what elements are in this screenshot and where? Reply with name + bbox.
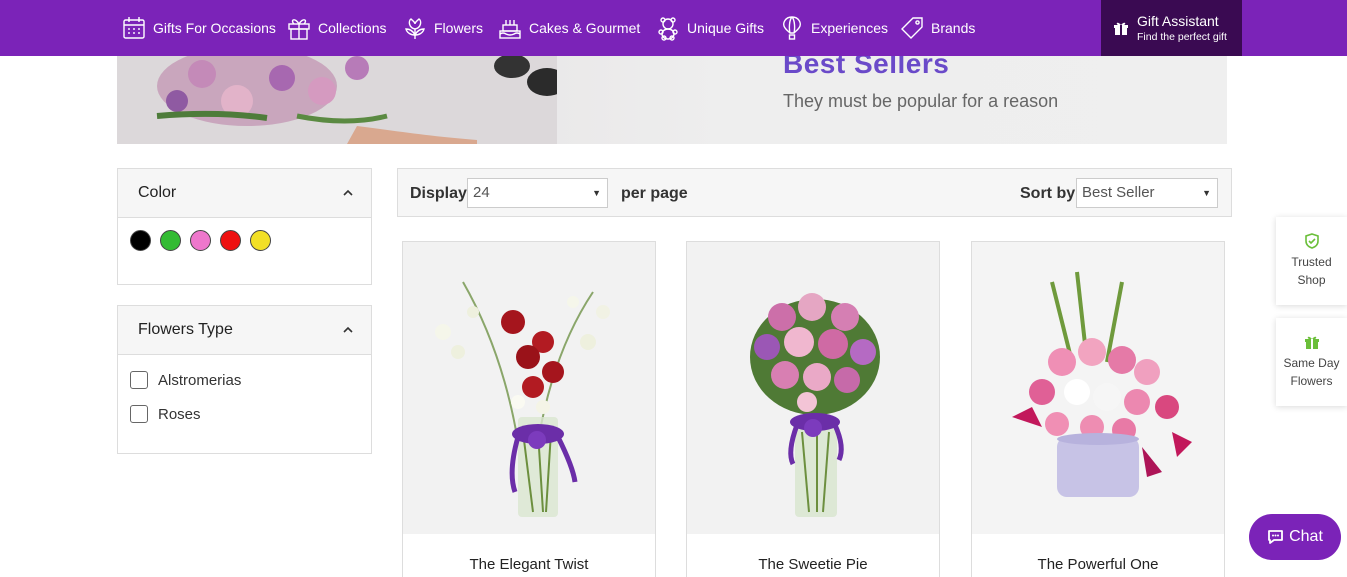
per-page-select[interactable]: 24 ▼ — [467, 178, 608, 208]
filter-option-roses[interactable]: Roses — [118, 397, 371, 431]
per-page-value: 24 — [473, 184, 490, 201]
color-filter-title: Color — [138, 184, 177, 201]
color-filter-header[interactable]: Color — [118, 169, 371, 218]
nav-label: Brands — [931, 20, 976, 36]
flowers-type-filter-header[interactable]: Flowers Type — [118, 306, 371, 355]
nav-label: Gifts For Occasions — [153, 20, 276, 36]
filter-option-label: Roses — [158, 405, 201, 423]
color-swatch-pink[interactable] — [190, 230, 211, 251]
product-image[interactable] — [972, 242, 1224, 534]
nav-label: Flowers — [434, 20, 484, 36]
best-sellers-banner: Best Sellers They must be popular for a … — [117, 56, 1227, 144]
sort-value: Best Seller — [1082, 184, 1155, 201]
same-day-line2: Flowers — [1290, 374, 1333, 388]
trusted-shop-line2: Shop — [1297, 273, 1326, 287]
chat-button[interactable]: Chat — [1249, 514, 1341, 560]
same-day-line1: Same Day — [1283, 356, 1340, 370]
nav-collections[interactable]: Collections — [286, 0, 386, 56]
trusted-shop-line1: Trusted — [1291, 255, 1332, 269]
gift-icon — [1114, 22, 1128, 35]
color-swatch-green[interactable] — [160, 230, 181, 251]
cake-icon — [499, 20, 521, 39]
gift-assistant-subtitle: Find the perfect gift — [1137, 30, 1227, 43]
product-image[interactable] — [403, 242, 655, 534]
top-navigation: Gifts For Occasions Collections Flowers … — [0, 0, 1347, 56]
flowers-type-filter-panel: Flowers Type Alstromerias Roses — [117, 305, 372, 454]
banner-subtitle: They must be popular for a reason — [783, 91, 1059, 111]
product-card-elegant-twist[interactable]: The Elegant Twist — [402, 241, 656, 577]
per-page-label: per page — [621, 185, 688, 202]
filter-option-alstromerias[interactable]: Alstromerias — [118, 363, 371, 397]
checkbox[interactable] — [130, 371, 148, 389]
sort-select[interactable]: Best Seller ▼ — [1076, 178, 1218, 208]
sort-by-label: Sort by — [1020, 185, 1076, 202]
hot-air-balloon-icon — [783, 16, 801, 40]
product-image[interactable] — [687, 242, 939, 534]
gift-icon — [1304, 336, 1319, 349]
banner-flowers-image — [117, 56, 557, 144]
calendar-icon — [123, 17, 145, 39]
chat-label: Chat — [1289, 528, 1323, 545]
checkbox[interactable] — [130, 405, 148, 423]
shield-check-icon — [1304, 233, 1319, 249]
product-card-powerful-one[interactable]: The Powerful One — [971, 241, 1225, 577]
nav-experiences[interactable]: Experiences — [779, 0, 888, 56]
chat-bubble-icon — [1268, 530, 1283, 544]
product-name[interactable]: The Sweetie Pie — [687, 556, 939, 573]
product-name[interactable]: The Powerful One — [972, 556, 1224, 573]
tag-icon — [901, 17, 923, 39]
color-swatch-list — [118, 218, 371, 251]
nav-label: Experiences — [811, 20, 889, 36]
banner-title: Best Sellers — [783, 56, 950, 79]
teddy-bear-icon — [658, 17, 678, 41]
product-card-sweetie-pie[interactable]: The Sweetie Pie — [686, 241, 940, 577]
nav-gifts-for-occasions[interactable]: Gifts For Occasions — [121, 0, 276, 56]
nav-flowers[interactable]: Flowers — [402, 0, 483, 56]
listing-toolbar: Display 24 ▼ per page Sort by Best Selle… — [397, 168, 1232, 217]
gift-assistant-title: Gift Assistant — [1137, 12, 1219, 29]
nav-cakes-gourmet[interactable]: Cakes & Gourmet — [497, 0, 640, 56]
chevron-up-icon — [343, 189, 353, 196]
dropdown-arrow-icon: ▼ — [1202, 188, 1211, 198]
color-swatch-red[interactable] — [220, 230, 241, 251]
chevron-up-icon — [343, 326, 353, 333]
gift-assistant-button[interactable]: Gift Assistant Find the perfect gift — [1101, 0, 1242, 56]
nav-brands[interactable]: Brands — [899, 0, 975, 56]
display-label: Display — [410, 185, 467, 202]
trusted-shop-badge[interactable]: Trusted Shop — [1276, 217, 1347, 305]
nav-label: Collections — [318, 20, 387, 36]
product-name[interactable]: The Elegant Twist — [403, 556, 655, 573]
color-swatch-black[interactable] — [130, 230, 151, 251]
nav-label: Unique Gifts — [687, 20, 765, 36]
nav-label: Cakes & Gourmet — [529, 20, 641, 36]
nav-unique-gifts[interactable]: Unique Gifts — [655, 0, 764, 56]
color-filter-panel: Color — [117, 168, 372, 285]
gift-box-icon — [288, 19, 310, 40]
flower-icon — [405, 18, 425, 39]
color-swatch-yellow[interactable] — [250, 230, 271, 251]
same-day-flowers-badge[interactable]: Same Day Flowers — [1276, 318, 1347, 406]
filter-option-label: Alstromerias — [158, 371, 242, 389]
flowers-type-filter-title: Flowers Type — [138, 321, 233, 338]
dropdown-arrow-icon: ▼ — [592, 188, 601, 198]
